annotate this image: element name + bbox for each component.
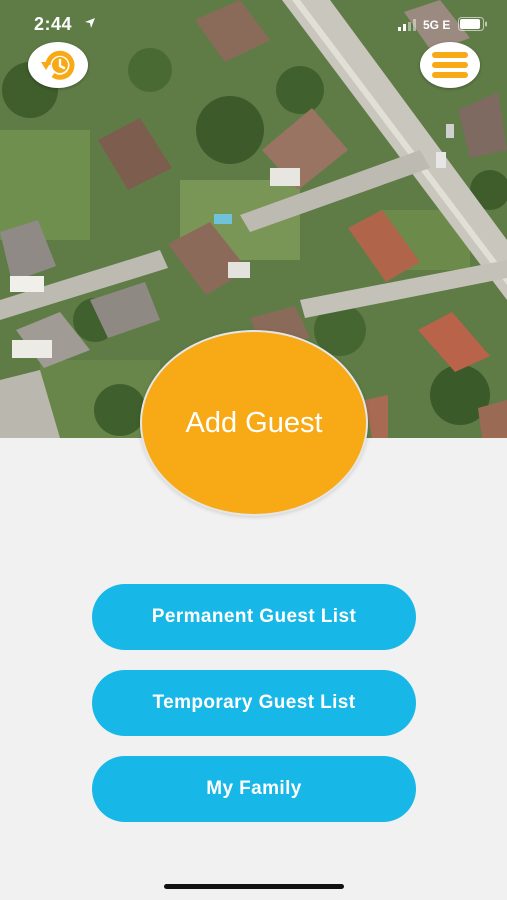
my-family-label: My Family bbox=[206, 778, 302, 799]
history-button[interactable] bbox=[28, 42, 88, 88]
clock-history-icon bbox=[41, 50, 75, 80]
permanent-guest-list-button[interactable]: Permanent Guest List bbox=[92, 584, 416, 650]
permanent-guest-list-label: Permanent Guest List bbox=[151, 606, 357, 627]
add-guest-button[interactable]: Add Guest bbox=[140, 330, 368, 516]
network-type: 5G E bbox=[423, 18, 451, 32]
status-bar: 2:44 5G E bbox=[0, 0, 507, 48]
location-arrow-icon bbox=[85, 18, 95, 28]
my-family-button[interactable]: My Family bbox=[92, 756, 416, 822]
hamburger-menu-icon bbox=[432, 52, 468, 78]
status-time: 2:44 bbox=[34, 14, 73, 34]
home-indicator[interactable] bbox=[164, 884, 344, 889]
menu-button[interactable] bbox=[420, 42, 480, 88]
temporary-guest-list-button[interactable]: Temporary Guest List bbox=[92, 670, 416, 736]
add-guest-label: Add Guest bbox=[185, 406, 323, 439]
temporary-guest-list-label: Temporary Guest List bbox=[152, 692, 356, 713]
battery-icon bbox=[458, 17, 487, 31]
cellular-signal-icon bbox=[398, 19, 416, 31]
